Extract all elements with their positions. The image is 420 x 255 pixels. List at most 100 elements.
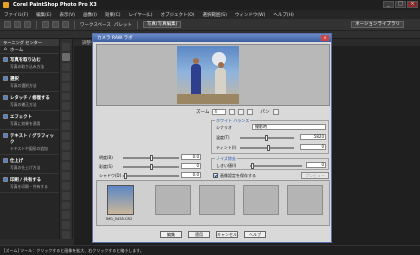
menu-selections[interactable]: 選択範囲(S)	[203, 12, 227, 18]
preview-photo	[177, 46, 239, 104]
menu-layers[interactable]: レイヤー(L)	[129, 12, 153, 18]
maximize-button[interactable]: □	[395, 1, 406, 8]
minimize-button[interactable]: _	[383, 1, 394, 8]
threshold-input[interactable]: 0	[306, 162, 326, 168]
menu-edit[interactable]: 編集(E)	[36, 12, 51, 18]
pick-tool-icon[interactable]	[62, 62, 70, 71]
saturation-slider[interactable]	[123, 164, 179, 170]
freehand-selection-icon[interactable]	[62, 92, 70, 101]
pan-icon[interactable]	[272, 109, 279, 115]
tint-slider[interactable]	[240, 145, 294, 151]
learning-item[interactable]: レタッチ / 修復する 写真の補正方法	[0, 92, 59, 111]
tint-input[interactable]: 0	[300, 144, 326, 150]
palette-label[interactable]: パレット	[114, 22, 132, 28]
temperature-label: 温度(T)	[216, 135, 230, 140]
filmstrip-thumbnail[interactable]	[155, 185, 191, 215]
red-eye-tool-icon[interactable]	[62, 142, 70, 150]
shadow-slider[interactable]	[123, 173, 179, 179]
menu-help[interactable]: ヘルプ(H)	[273, 12, 293, 18]
scenario-label: シナリオ	[216, 125, 232, 130]
library-button[interactable]: ネーションライブラリ	[351, 21, 404, 28]
paint-brush-icon[interactable]	[62, 181, 70, 190]
learning-item-title: レタッチ / 修復する	[10, 96, 50, 101]
fit-window-icon[interactable]	[247, 109, 254, 115]
temperature-input[interactable]: 5820	[300, 134, 326, 140]
filmstrip: IMG_5455.CR2	[96, 180, 330, 226]
dropper-icon[interactable]	[62, 112, 70, 121]
learning-item[interactable]: 印刷 / 共有する 写真を印刷・共有する	[0, 174, 59, 193]
slider-thumb[interactable]	[265, 135, 268, 141]
edit-button[interactable]: 編集	[160, 231, 182, 238]
clone-brush-icon[interactable]	[62, 161, 70, 170]
zoom-input[interactable]: 4	[212, 109, 227, 115]
image-preview[interactable]	[96, 44, 330, 106]
text-tool-icon[interactable]	[62, 211, 70, 220]
magic-wand-icon[interactable]	[62, 102, 70, 111]
home-label: ホーム	[9, 47, 24, 53]
straighten-tool-icon[interactable]	[62, 132, 70, 141]
save-icon[interactable]	[24, 21, 31, 28]
learning-item[interactable]: 選択 写真の選択方法	[0, 73, 59, 92]
photo-ground	[177, 94, 239, 104]
fill-tool-icon[interactable]	[62, 201, 70, 210]
selection-tool-icon[interactable]	[62, 82, 70, 91]
preview-button[interactable]: プレビュー	[301, 172, 329, 179]
filmstrip-thumbnail[interactable]	[243, 185, 279, 215]
slider-thumb[interactable]	[150, 155, 153, 161]
open-file-icon[interactable]	[14, 21, 21, 28]
cancel-button[interactable]: キャンセル	[216, 231, 238, 238]
menu-effects[interactable]: 効果(C)	[105, 12, 121, 18]
slider-thumb[interactable]	[150, 164, 153, 170]
learning-item[interactable]: 仕上げ 写真の仕上げ方法	[0, 155, 59, 174]
brightness-slider[interactable]	[123, 155, 179, 161]
filmstrip-thumbnail[interactable]	[287, 185, 323, 215]
learning-item-title: 選択	[10, 77, 19, 82]
scenario-select[interactable]: 撮影時	[252, 124, 326, 130]
status-bar: [ズーム] ツール：クリックすると画像を拡大、右クリックすると縮小します。	[0, 245, 420, 255]
print-icon[interactable]	[42, 21, 49, 28]
scratch-remover-icon[interactable]	[62, 171, 70, 180]
slider-thumb[interactable]	[124, 173, 127, 179]
new-file-icon[interactable]	[4, 21, 11, 28]
learning-home[interactable]: ⌂ ホーム	[0, 46, 59, 54]
zoom-out-icon[interactable]	[238, 109, 245, 115]
threshold-slider[interactable]	[250, 163, 302, 169]
learning-item[interactable]: テキスト / グラフィック テキストや図形の追加	[0, 130, 59, 155]
pan-tool-icon[interactable]	[62, 43, 70, 51]
menu-file[interactable]: ファイル(F)	[4, 12, 28, 18]
menu-view[interactable]: 表示(V)	[59, 12, 75, 18]
shadow-input[interactable]: 0.0	[181, 172, 201, 178]
dialog-close-button[interactable]: ×	[321, 35, 329, 41]
menu-objects[interactable]: オブジェクト(O)	[160, 12, 194, 18]
filmstrip-thumbnail[interactable]	[107, 185, 134, 215]
help-button[interactable]: ヘルプ	[244, 231, 266, 238]
crop-tool-icon[interactable]	[62, 122, 70, 131]
zoom-in-icon[interactable]	[229, 109, 236, 115]
move-tool-icon[interactable]	[62, 72, 70, 81]
close-button[interactable]: ×	[407, 1, 418, 8]
learning-item[interactable]: 写真を取り込む 写真の取り込み方法	[0, 54, 59, 73]
menu-window[interactable]: ウィンドウ(W)	[235, 12, 265, 18]
learning-item[interactable]: エフェクト 写真に効果を適用	[0, 111, 59, 130]
undo-icon[interactable]	[52, 21, 59, 28]
workspace-label[interactable]: ワークスペース	[80, 22, 111, 28]
save-settings-checkbox[interactable]	[213, 173, 218, 178]
pen-tool-icon[interactable]	[62, 231, 70, 240]
redo-icon[interactable]	[62, 21, 69, 28]
makeover-tool-icon[interactable]	[62, 151, 70, 160]
view-mode-select[interactable]: 写真(写真編集)	[142, 21, 182, 28]
brightness-input[interactable]: 0.0	[181, 154, 201, 160]
slider-thumb[interactable]	[267, 145, 270, 151]
temperature-slider[interactable]	[240, 135, 294, 141]
step-icon	[3, 114, 8, 119]
eraser-icon[interactable]	[62, 191, 70, 200]
apply-button[interactable]: 適用	[188, 231, 210, 238]
menu-image[interactable]: 画像(I)	[83, 12, 97, 18]
learning-center-panel: ラーニング センター ⌂ ホーム 写真を取り込む 写真の取り込み方法 選択 写真…	[0, 39, 60, 239]
filmstrip-thumbnail[interactable]	[199, 185, 235, 215]
shape-tool-icon[interactable]	[62, 221, 70, 230]
slider-thumb[interactable]	[251, 163, 254, 169]
zoom-tool-icon[interactable]	[62, 52, 70, 61]
saturation-input[interactable]: 0	[181, 163, 201, 169]
home-icon: ⌂	[4, 47, 7, 52]
